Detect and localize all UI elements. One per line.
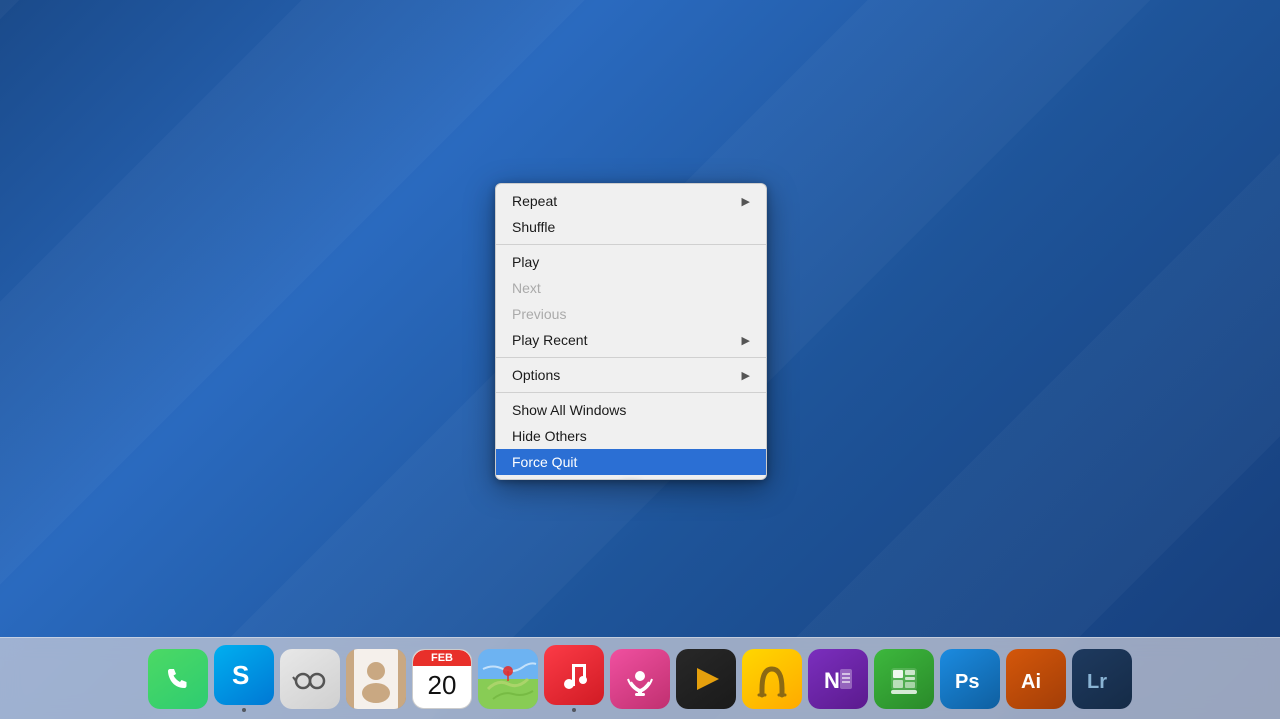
dock-icon-skype: S xyxy=(214,645,274,705)
submenu-arrow-options: ▶ xyxy=(742,369,750,382)
menu-section-repeat-shuffle: Repeat ▶ Shuffle xyxy=(496,184,766,245)
dock-item-photoshop[interactable]: Ps xyxy=(940,649,1000,709)
svg-text:S: S xyxy=(232,660,249,690)
dock-icon-podcasts xyxy=(610,649,670,709)
dock-item-podcasts[interactable] xyxy=(610,649,670,709)
menu-item-repeat[interactable]: Repeat ▶ xyxy=(496,188,766,214)
calendar-day-label: 20 xyxy=(428,666,457,701)
dock-icon-photoshop: Ps xyxy=(940,649,1000,709)
dock-item-phone[interactable] xyxy=(148,649,208,709)
dock-icon-onenote: N xyxy=(808,649,868,709)
menu-item-play[interactable]: Play xyxy=(496,249,766,275)
dock-item-onenote[interactable]: N xyxy=(808,649,868,709)
menu-section-playback: Play Next Previous Play Recent ▶ xyxy=(496,245,766,358)
svg-text:Ps: Ps xyxy=(955,671,979,693)
dock-icon-plex xyxy=(676,649,736,709)
dock-icon-contacts xyxy=(346,649,406,709)
svg-text:N: N xyxy=(824,668,840,693)
dock-dot-itunes xyxy=(572,708,576,712)
menu-section-options: Options ▶ xyxy=(496,358,766,393)
menu-item-next[interactable]: Next xyxy=(496,275,766,301)
dock-item-illustrator[interactable]: Ai xyxy=(1006,649,1066,709)
dock-icon-phone xyxy=(148,649,208,709)
menu-item-force-quit[interactable]: Force Quit xyxy=(496,449,766,475)
dock-item-unison[interactable] xyxy=(742,649,802,709)
menu-item-options[interactable]: Options ▶ xyxy=(496,362,766,388)
dock-icon-lightroom: Lr xyxy=(1072,649,1132,709)
dock-icon-itunes xyxy=(544,645,604,705)
dock-item-lightroom[interactable]: Lr xyxy=(1072,649,1132,709)
dock-icon-unison xyxy=(742,649,802,709)
submenu-arrow-repeat: ▶ xyxy=(742,195,750,208)
context-menu: Repeat ▶ Shuffle Play Next Previous Play… xyxy=(495,183,767,480)
submenu-arrow-play-recent: ▶ xyxy=(742,334,750,347)
dock-item-papers[interactable] xyxy=(280,649,340,709)
dock-item-contacts[interactable] xyxy=(346,649,406,709)
menu-item-hide-others[interactable]: Hide Others xyxy=(496,423,766,449)
dock-item-numbers[interactable] xyxy=(874,649,934,709)
menu-section-window: Show All Windows Hide Others Force Quit xyxy=(496,393,766,479)
dock: S xyxy=(0,637,1280,719)
menu-item-play-recent[interactable]: Play Recent ▶ xyxy=(496,327,766,353)
dock-item-plex[interactable] xyxy=(676,649,736,709)
dock-icon-maps xyxy=(478,649,538,709)
menu-item-previous[interactable]: Previous xyxy=(496,301,766,327)
dock-icon-calendar: FEB 20 xyxy=(412,649,472,709)
dock-dot-skype xyxy=(242,708,246,712)
dock-item-itunes[interactable] xyxy=(544,645,604,712)
desktop: Repeat ▶ Shuffle Play Next Previous Play… xyxy=(0,0,1280,719)
dock-item-maps[interactable] xyxy=(478,649,538,709)
menu-item-show-all-windows[interactable]: Show All Windows xyxy=(496,397,766,423)
calendar-month-label: FEB xyxy=(413,650,471,666)
dock-item-calendar[interactable]: FEB 20 xyxy=(412,649,472,709)
svg-text:Ai: Ai xyxy=(1021,671,1041,693)
svg-text:Lr: Lr xyxy=(1087,671,1107,693)
dock-icon-illustrator: Ai xyxy=(1006,649,1066,709)
dock-icon-papers xyxy=(280,649,340,709)
dock-icon-numbers xyxy=(874,649,934,709)
dock-item-skype[interactable]: S xyxy=(214,645,274,712)
menu-item-shuffle[interactable]: Shuffle xyxy=(496,214,766,240)
